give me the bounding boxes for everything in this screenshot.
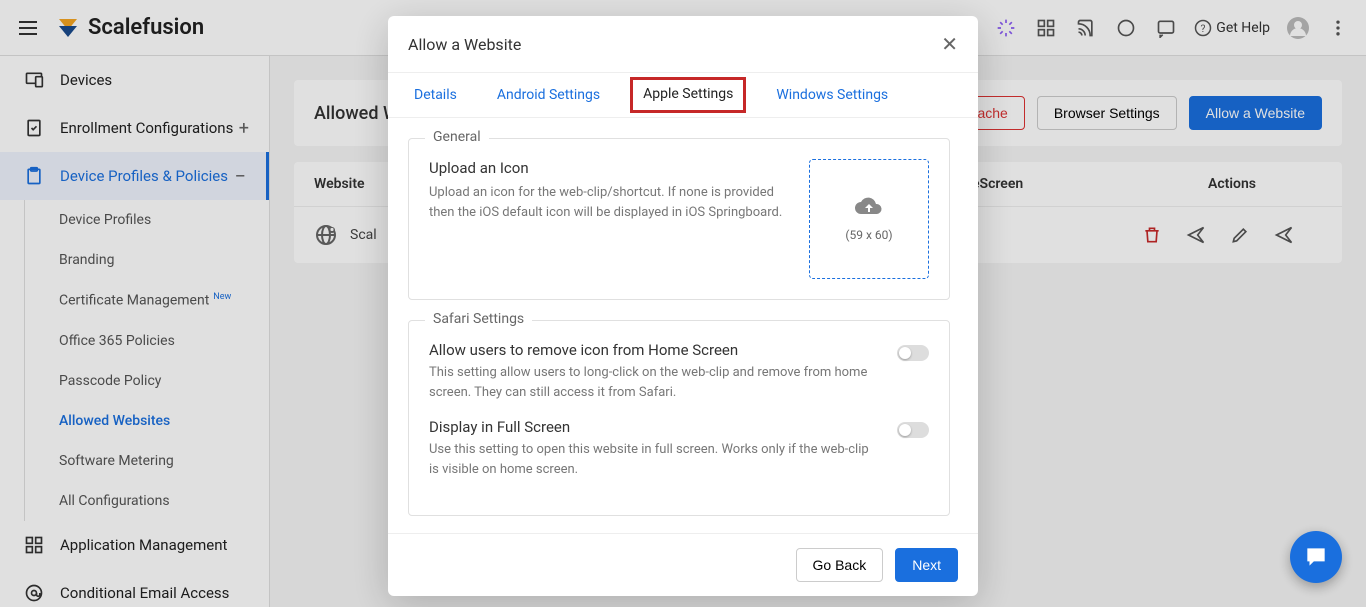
upload-dimensions: (59 x 60)	[845, 228, 892, 242]
modal-footer: Go Back Next	[388, 533, 978, 596]
safari-fieldset: Safari Settings Allow users to remove ic…	[408, 320, 950, 516]
fullscreen-toggle[interactable]	[897, 422, 929, 438]
tab-details[interactable]: Details	[408, 83, 463, 107]
remove-icon-setting-desc: This setting allow users to long-click o…	[429, 363, 881, 402]
general-legend: General	[425, 129, 489, 145]
go-back-button[interactable]: Go Back	[796, 548, 884, 582]
next-button[interactable]: Next	[895, 548, 958, 582]
general-fieldset: General Upload an Icon Upload an icon fo…	[408, 138, 950, 300]
modal-title: Allow a Website	[408, 35, 521, 54]
tab-android-settings[interactable]: Android Settings	[491, 83, 606, 107]
upload-icon-desc: Upload an icon for the web-clip/shortcut…	[429, 183, 785, 222]
remove-icon-toggle[interactable]	[897, 345, 929, 361]
tab-apple-settings[interactable]: Apple Settings	[630, 77, 746, 113]
cloud-upload-icon	[853, 196, 885, 220]
tab-windows-settings[interactable]: Windows Settings	[770, 83, 894, 107]
modal-body[interactable]: General Upload an Icon Upload an icon fo…	[388, 118, 978, 533]
safari-legend: Safari Settings	[425, 311, 532, 327]
remove-icon-setting-title: Allow users to remove icon from Home Scr…	[429, 341, 881, 359]
chat-bubble-icon	[1303, 544, 1329, 570]
fullscreen-setting-desc: Use this setting to open this website in…	[429, 440, 881, 479]
upload-dropzone[interactable]: (59 x 60)	[809, 159, 929, 279]
close-icon[interactable]: ✕	[941, 32, 958, 56]
upload-icon-title: Upload an Icon	[429, 159, 785, 177]
modal-header: Allow a Website ✕	[388, 16, 978, 73]
fullscreen-setting-title: Display in Full Screen	[429, 418, 881, 436]
chat-launcher[interactable]	[1290, 531, 1342, 583]
allow-website-modal: Allow a Website ✕ Details Android Settin…	[388, 16, 978, 596]
modal-tabs: Details Android Settings Apple Settings …	[388, 73, 978, 118]
